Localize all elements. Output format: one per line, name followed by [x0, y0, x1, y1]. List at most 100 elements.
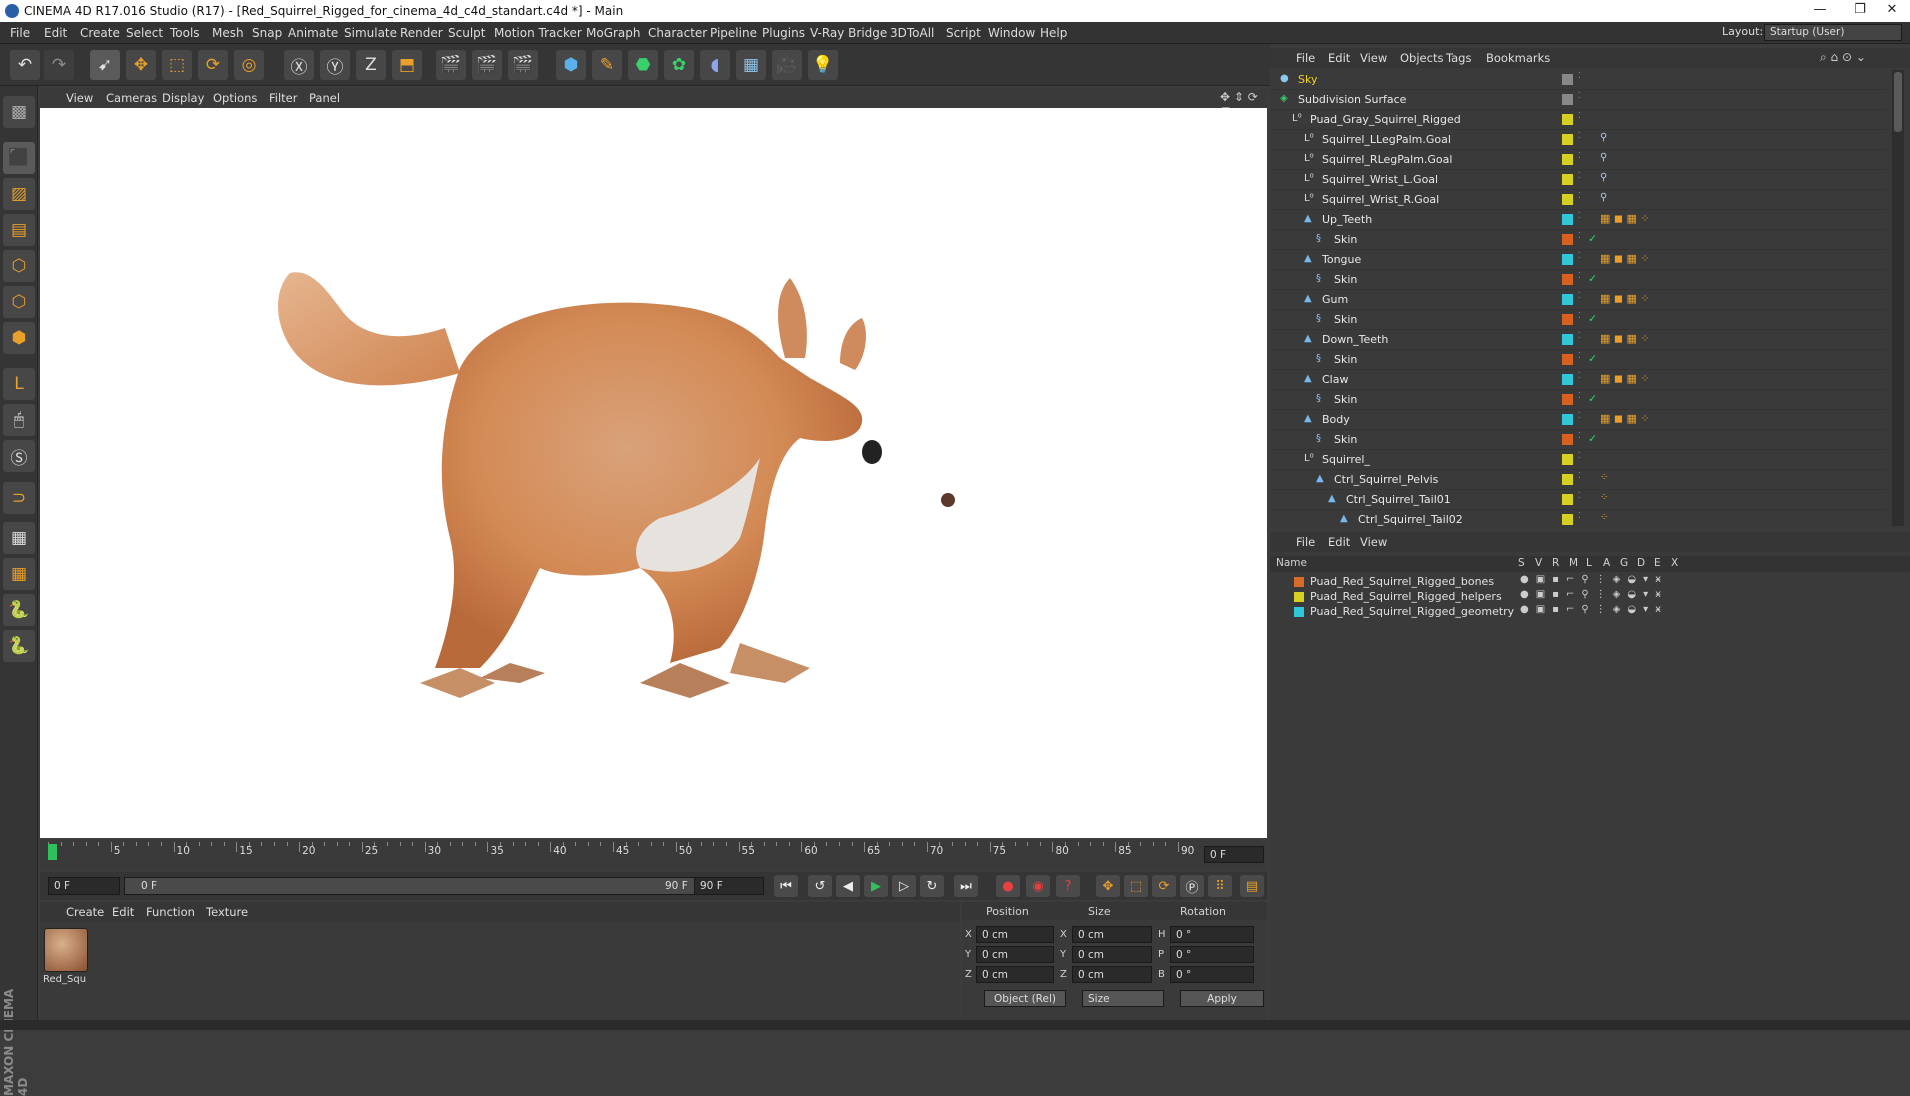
viewport[interactable]: [40, 108, 1267, 838]
layer-color-swatch[interactable]: [1294, 592, 1304, 602]
object-row[interactable]: L⁰ Squirrel_RLegPalm.Goal ⁚ ⚲: [1270, 150, 1887, 170]
menu-mesh[interactable]: Mesh: [212, 26, 244, 40]
layer-menu-edit[interactable]: Edit: [1328, 535, 1350, 549]
visibility-dots-icon[interactable]: ⁚: [1578, 431, 1581, 440]
subdivision-icon[interactable]: ⬣: [628, 50, 658, 80]
viewport-menu-view[interactable]: View: [66, 91, 93, 105]
render-picture-viewer-icon[interactable]: 🎬: [472, 50, 502, 80]
menu-motion-tracker[interactable]: Motion Tracker: [494, 26, 582, 40]
enabled-check-icon[interactable]: ✓: [1588, 392, 1597, 405]
object-row[interactable]: ◈ Subdivision Surface ⁚: [1270, 90, 1887, 110]
layer-color-swatch[interactable]: [1562, 514, 1573, 525]
layer-color-swatch[interactable]: [1562, 334, 1573, 345]
size-field[interactable]: 0 cm: [1072, 966, 1152, 983]
object-row[interactable]: § Skin ⁚ ✓: [1270, 390, 1887, 410]
range-slider[interactable]: 0 F 90 F: [124, 877, 700, 895]
object-menu-tags[interactable]: Tags: [1446, 51, 1471, 65]
layer-flags-icon[interactable]: ●▣▪⌐⚲⋮◈◒▾ӿ: [1520, 589, 1668, 600]
object-row[interactable]: § Skin ⁚ ✓: [1270, 230, 1887, 250]
layer-color-swatch[interactable]: [1562, 354, 1573, 365]
rotate-icon[interactable]: ⟳: [198, 50, 228, 80]
tag-icon[interactable]: ⁘: [1600, 492, 1608, 503]
deformer-icon[interactable]: ◖: [700, 50, 730, 80]
rotation-field[interactable]: 0 °: [1170, 946, 1254, 963]
object-row[interactable]: L⁰ Squirrel_LLegPalm.Goal ⁚ ⚲: [1270, 130, 1887, 150]
polygons-mode-icon[interactable]: ⬢: [3, 322, 35, 354]
menu-file[interactable]: File: [10, 26, 30, 40]
planar-workplane-icon[interactable]: ▦: [3, 558, 35, 590]
layer-column-header[interactable]: L: [1586, 557, 1592, 569]
menu-3dtoall[interactable]: 3DToAll: [890, 26, 934, 40]
object-menu-objects[interactable]: Objects: [1400, 51, 1443, 65]
visibility-dots-icon[interactable]: ⁚: [1578, 411, 1581, 420]
object-menu-file[interactable]: File: [1296, 51, 1315, 65]
object-row[interactable]: L⁰ Puad_Gray_Squirrel_Rigged ⁚: [1270, 110, 1887, 130]
layer-color-swatch[interactable]: [1562, 474, 1573, 485]
viewport-menu-cameras[interactable]: Cameras: [106, 91, 157, 105]
scale-icon[interactable]: ⬚: [162, 50, 192, 80]
material-name[interactable]: Red_Squ: [43, 974, 86, 985]
object-row[interactable]: ▲ Ctrl_Squirrel_Tail02 ⁚ ⁘: [1270, 510, 1887, 526]
enabled-check-icon[interactable]: ✓: [1588, 232, 1597, 245]
playhead[interactable]: [48, 844, 57, 860]
layer-column-header[interactable]: E: [1654, 557, 1661, 569]
workplane-icon[interactable]: ▤: [3, 214, 35, 246]
layer-flags-icon[interactable]: ●▣▪⌐⚲⋮◈◒▾ӿ: [1520, 604, 1668, 615]
layer-column-header[interactable]: M: [1569, 557, 1578, 569]
current-frame-field[interactable]: 0 F: [1204, 846, 1264, 863]
autokey-icon[interactable]: ◉: [1026, 875, 1050, 897]
menu-tools[interactable]: Tools: [170, 26, 200, 40]
object-row[interactable]: ▲ Ctrl_Squirrel_Tail01 ⁚ ⁘: [1270, 490, 1887, 510]
minimize-icon[interactable]: —: [1800, 2, 1840, 20]
layer-column-header[interactable]: Name: [1276, 557, 1307, 569]
enabled-check-icon[interactable]: ✓: [1588, 352, 1597, 365]
material-menu-texture[interactable]: Texture: [206, 905, 248, 919]
object-row[interactable]: L⁰ Squirrel_Wrist_R.Goal ⁚ ⚲: [1270, 190, 1887, 210]
visibility-dots-icon[interactable]: ⁚: [1578, 171, 1581, 180]
frame-ruler[interactable]: 051015202530354045505560657075808590: [48, 842, 1198, 868]
visibility-dots-icon[interactable]: ⁚: [1578, 191, 1581, 200]
tag-icon[interactable]: ⁘: [1600, 472, 1608, 483]
go-to-end-icon[interactable]: ⏭: [954, 875, 978, 897]
enabled-check-icon[interactable]: ✓: [1588, 312, 1597, 325]
go-to-start-icon[interactable]: ⏮: [774, 875, 798, 897]
object-menu-edit[interactable]: Edit: [1328, 51, 1350, 65]
layer-row[interactable]: Puad_Red_Squirrel_Rigged_helpers ●▣▪⌐⚲⋮◈◒…: [1270, 589, 1910, 604]
object-row[interactable]: ▲ Up_Teeth ⁚ ▦ ◼ ▦ ⁘: [1270, 210, 1887, 230]
viewport-menu-display[interactable]: Display: [162, 91, 204, 105]
menu-help[interactable]: Help: [1040, 26, 1067, 40]
play-icon[interactable]: ▶: [864, 875, 888, 897]
python-icon[interactable]: 🐍: [3, 594, 35, 626]
menu-script[interactable]: Script: [946, 26, 981, 40]
layer-color-swatch[interactable]: [1562, 314, 1573, 325]
object-row[interactable]: § Skin ⁚ ✓: [1270, 310, 1887, 330]
render-settings-icon[interactable]: 🎬: [508, 50, 538, 80]
z-axis-icon[interactable]: Z: [356, 50, 386, 80]
light-icon[interactable]: 💡: [808, 50, 838, 80]
close-icon[interactable]: ✕: [1872, 2, 1910, 20]
keyframe-selection-icon[interactable]: ?: [1056, 875, 1080, 897]
coordinate-system-icon[interactable]: ⬒: [392, 50, 422, 80]
layer-menu-view[interactable]: View: [1360, 535, 1387, 549]
key-pla-icon[interactable]: ⠿: [1208, 875, 1232, 897]
layout-select[interactable]: Startup (User): [1764, 24, 1902, 41]
next-frame-icon[interactable]: ▷: [892, 875, 916, 897]
visibility-dots-icon[interactable]: ⁚: [1578, 491, 1581, 500]
points-mode-icon[interactable]: ⬡: [3, 250, 35, 282]
object-row[interactable]: ● Sky ⁚: [1270, 70, 1887, 90]
object-row[interactable]: L⁰ Squirrel_Wrist_L.Goal ⁚ ⚲: [1270, 170, 1887, 190]
layer-color-swatch[interactable]: [1562, 194, 1573, 205]
render-view-icon[interactable]: 🎬: [436, 50, 466, 80]
object-row[interactable]: § Skin ⁚ ✓: [1270, 350, 1887, 370]
visibility-dots-icon[interactable]: ⁚: [1578, 211, 1581, 220]
menu-mograph[interactable]: MoGraph: [586, 26, 641, 40]
layer-color-swatch[interactable]: [1562, 114, 1573, 125]
tweak-mode-icon[interactable]: 🖱: [3, 404, 35, 436]
key-scale-icon[interactable]: ⬚: [1124, 875, 1148, 897]
menu-pipeline[interactable]: Pipeline: [710, 26, 757, 40]
coordinate-mode-select[interactable]: Object (Rel): [984, 990, 1066, 1007]
material-tags-icon[interactable]: ▦ ◼ ▦ ⁘: [1600, 212, 1650, 225]
magnet-icon[interactable]: ⊃: [3, 482, 35, 514]
layer-color-swatch[interactable]: [1562, 494, 1573, 505]
object-manager-search-icon[interactable]: ⌕ ⌂ ⊙ ⌄: [1820, 50, 1866, 65]
